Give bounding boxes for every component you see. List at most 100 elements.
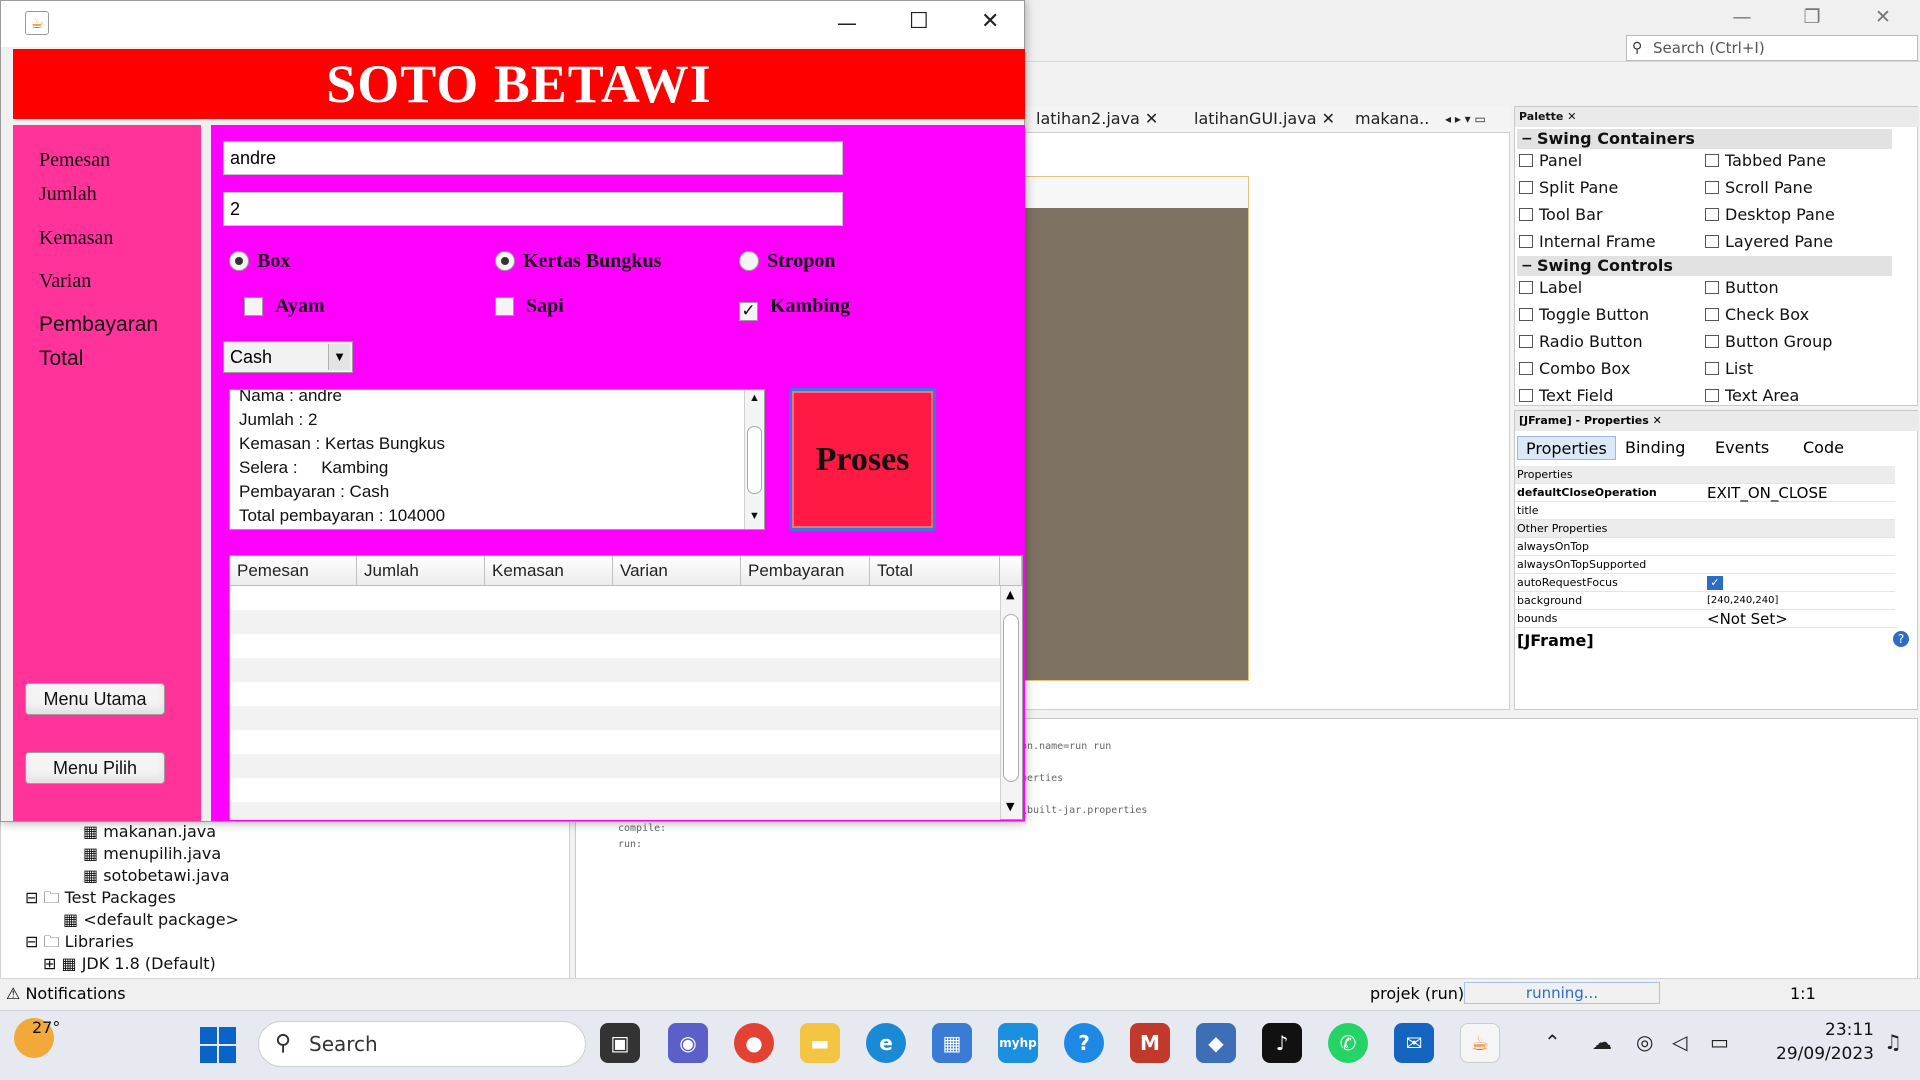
cloud-icon[interactable]: ☁ [1592, 1030, 1612, 1054]
radio-box[interactable]: Box [229, 249, 290, 273]
scroll-down-icon[interactable]: ▼ [749, 510, 760, 522]
scroll-up-icon[interactable]: ▲ [1006, 588, 1014, 601]
palette-item[interactable]: Scroll Pane [1705, 177, 1813, 199]
minimize-icon[interactable]: — [837, 11, 857, 35]
tree-file[interactable]: ▦ sotobetawi.java [83, 865, 230, 887]
close-icon[interactable]: ✕ [981, 9, 999, 34]
tab-events[interactable]: Events [1707, 436, 1777, 460]
menu-utama-button[interactable]: Menu Utama [25, 683, 165, 715]
palette-item[interactable]: Split Pane [1519, 177, 1618, 199]
tab-nav-arrows-icon[interactable]: ◂ ▸ ▾ ▭ [1445, 108, 1486, 130]
myhp-icon[interactable]: myhp [998, 1023, 1038, 1063]
mcafee-icon[interactable]: M [1130, 1023, 1170, 1063]
property-row[interactable]: background [240,240,240] [1515, 592, 1895, 610]
column-header-kemasan[interactable]: Kemasan [485, 556, 613, 586]
palette-item[interactable]: Text Area [1705, 385, 1799, 407]
checkbox-kambing[interactable]: ✓ Kambing [739, 294, 850, 321]
store-icon[interactable]: ▦ [932, 1023, 972, 1063]
palette-item[interactable]: Text Field [1519, 385, 1613, 407]
file-explorer-icon[interactable]: ▬ [800, 1023, 840, 1063]
tree-folder[interactable]: ⊟ 🗀 Libraries [25, 931, 134, 953]
column-header-total[interactable]: Total [870, 556, 1000, 586]
virtualbox-icon[interactable]: ◆ [1196, 1023, 1236, 1063]
network-icon[interactable]: ◎ [1636, 1030, 1653, 1054]
summary-textarea[interactable]: Nama : andre Jumlah : 2 Kemasan : Kertas… [229, 389, 765, 530]
ide-minimize-icon[interactable]: — [1717, 0, 1767, 34]
pemesan-field[interactable]: andre [223, 141, 843, 175]
scroll-up-icon[interactable]: ▲ [749, 392, 760, 404]
help-app-icon[interactable]: ? [1064, 1023, 1104, 1063]
palette-item[interactable]: Desktop Pane [1705, 204, 1835, 226]
column-header-jumlah[interactable]: Jumlah [357, 556, 485, 586]
palette-section[interactable]: Swing Containers [1517, 129, 1892, 149]
tiktok-icon[interactable]: ♪ [1262, 1023, 1302, 1063]
ide-close-icon[interactable]: ✕ [1858, 0, 1908, 34]
table-row[interactable] [230, 658, 1000, 682]
column-header-pembayaran[interactable]: Pembayaran [741, 556, 870, 586]
battery-icon[interactable]: ▭ [1710, 1030, 1729, 1054]
radio-kertas-bungkus[interactable]: Kertas Bungkus [495, 249, 661, 273]
palette-item[interactable]: Internal Frame [1519, 231, 1656, 253]
tab-makanan[interactable]: makana.. [1355, 108, 1429, 130]
java-icon[interactable]: ☕ [1460, 1023, 1500, 1063]
table-row[interactable] [230, 754, 1000, 778]
tree-folder[interactable]: ⊟ 🗀 Test Packages [25, 887, 176, 909]
table-row[interactable] [230, 706, 1000, 730]
tab-properties[interactable]: Properties [1517, 436, 1616, 460]
chrome-icon[interactable]: ● [734, 1023, 774, 1063]
palette-item[interactable]: Radio Button [1519, 331, 1643, 353]
property-row[interactable]: defaultCloseOperation EXIT_ON_CLOSE [1515, 484, 1895, 502]
property-row[interactable]: alwaysOnTopSupported [1515, 556, 1895, 574]
tree-file[interactable]: ▦ makanan.java [83, 821, 216, 843]
scroll-down-icon[interactable]: ▼ [1006, 800, 1014, 813]
task-view-icon[interactable]: ▣ [600, 1023, 640, 1063]
property-row[interactable]: autoRequestFocus ✓ [1515, 574, 1895, 592]
tree-package[interactable]: ▦ <default package> [63, 909, 239, 931]
properties-group[interactable]: Other Properties [1515, 520, 1895, 538]
scrollbar-thumb[interactable] [747, 426, 762, 494]
jumlah-field[interactable]: 2 [223, 192, 843, 226]
scrollbar-thumb[interactable] [1003, 614, 1019, 782]
table-scrollbar[interactable]: ▲ ▼ [1000, 586, 1022, 819]
messenger-icon[interactable]: ✉ [1394, 1023, 1434, 1063]
proses-button[interactable]: Proses [789, 388, 936, 531]
table-row[interactable] [230, 802, 1000, 820]
ide-restore-icon[interactable]: ❐ [1787, 0, 1837, 34]
palette-item[interactable]: Check Box [1705, 304, 1809, 326]
notifications-link[interactable]: ⚠ Notifications [6, 984, 126, 1003]
maximize-icon[interactable]: ☐ [909, 9, 929, 34]
chevron-up-icon[interactable]: ⌃ [1544, 1030, 1561, 1054]
palette-item[interactable]: Panel [1519, 150, 1582, 172]
radio-stropon[interactable]: Stropon [739, 249, 836, 273]
notification-bell-icon[interactable]: ♫ [1884, 1030, 1902, 1054]
tab-binding[interactable]: Binding [1617, 436, 1693, 460]
tab-code[interactable]: Code [1795, 436, 1852, 460]
tree-library[interactable]: ⊞ ▦ JDK 1.8 (Default) [43, 953, 216, 975]
edge-icon[interactable]: e [866, 1023, 906, 1063]
palette-section[interactable]: Swing Controls [1517, 256, 1892, 276]
tree-file[interactable]: ▦ menupilih.java [83, 843, 221, 865]
ide-search-input[interactable]: ⚲ Search (Ctrl+I) [1626, 35, 1918, 61]
palette-item[interactable]: Tool Bar [1519, 204, 1603, 226]
whatsapp-icon[interactable]: ✆ [1328, 1023, 1368, 1063]
palette-item[interactable]: Toggle Button [1519, 304, 1649, 326]
palette-item[interactable]: Label [1519, 277, 1582, 299]
taskbar-search[interactable]: ⚲ Search [258, 1021, 586, 1067]
palette-item[interactable]: Layered Pane [1705, 231, 1833, 253]
table-row[interactable] [230, 610, 1000, 634]
checkbox-ayam[interactable]: Ayam [244, 294, 325, 318]
textarea-scrollbar[interactable]: ▲ ▼ [744, 390, 764, 529]
start-icon[interactable] [200, 1027, 236, 1063]
teams-icon[interactable]: ◉ [668, 1023, 708, 1063]
property-row[interactable]: title [1515, 502, 1895, 520]
help-icon[interactable]: ? [1893, 631, 1909, 647]
property-row[interactable]: bounds <Not Set> [1515, 610, 1895, 628]
palette-item[interactable]: Combo Box [1519, 358, 1630, 380]
column-header-varian[interactable]: Varian [613, 556, 741, 586]
properties-group[interactable]: Properties [1515, 466, 1895, 484]
pembayaran-combo[interactable]: Cash ▼ [223, 341, 353, 373]
palette-item[interactable]: Tabbed Pane [1705, 150, 1826, 172]
checkbox-sapi[interactable]: Sapi [495, 294, 564, 318]
column-header-pemesan[interactable]: Pemesan [230, 556, 357, 586]
volume-icon[interactable]: ◁ [1672, 1030, 1687, 1054]
